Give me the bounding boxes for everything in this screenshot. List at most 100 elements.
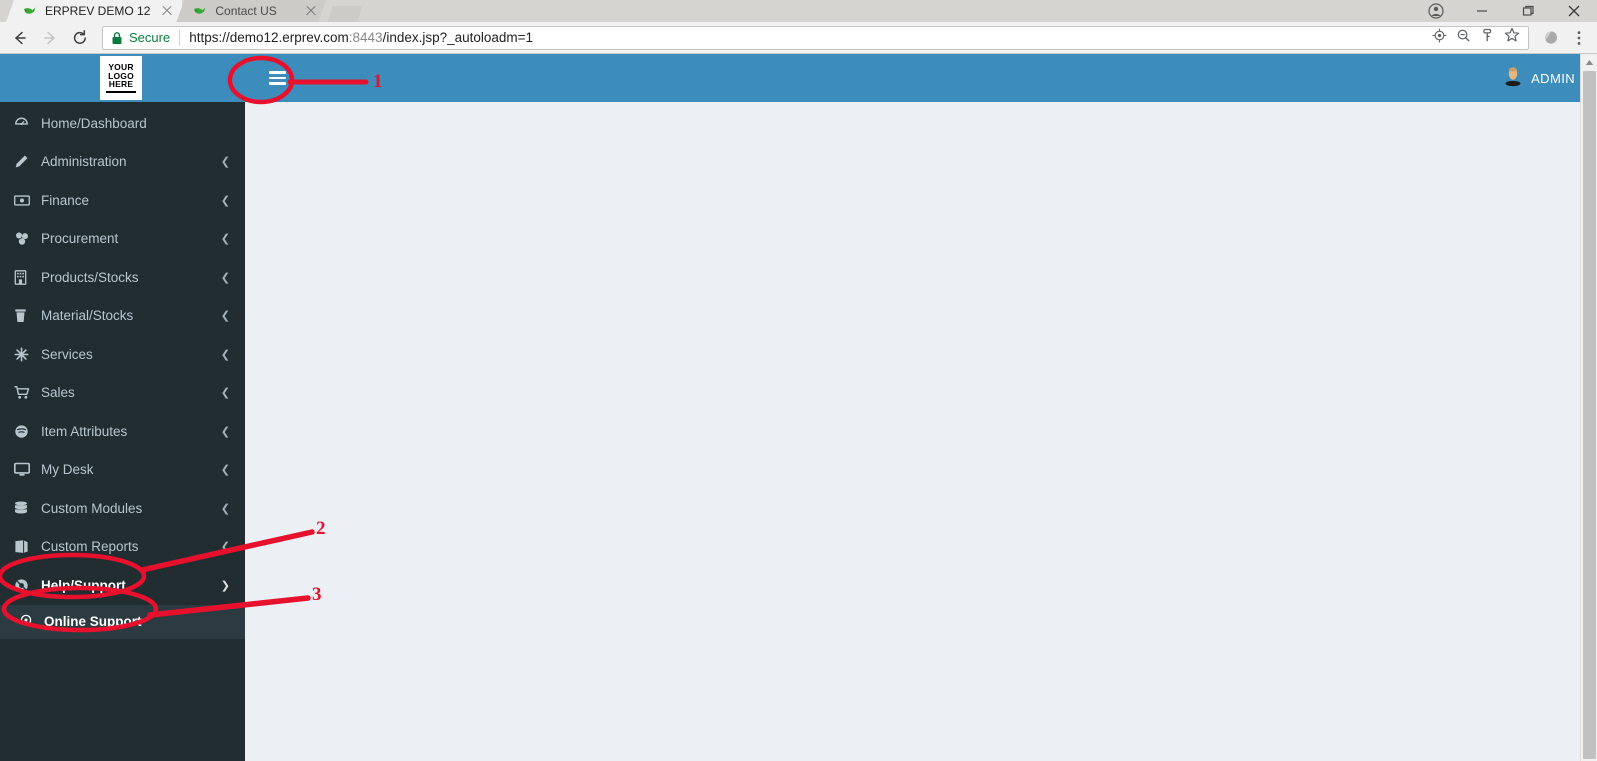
- tab-title: ERPREV DEMO 12: [45, 4, 151, 18]
- omnibox-icons: [1432, 27, 1524, 48]
- key-icon[interactable]: [1480, 28, 1495, 48]
- life-ring-icon: [14, 578, 36, 593]
- star-icon[interactable]: [1504, 27, 1520, 48]
- circle-disc-icon: [14, 424, 36, 439]
- minimize-icon[interactable]: [1459, 0, 1505, 22]
- lock-icon: [111, 31, 123, 45]
- tab-close-icon[interactable]: [160, 4, 174, 18]
- logo-underline: [106, 91, 136, 94]
- chevron-left-icon: ❮: [220, 194, 230, 207]
- sidebar-item-products-stocks[interactable]: Products/Stocks ❮: [0, 258, 245, 297]
- app-body: Home/Dashboard Administration ❮ Finance …: [0, 102, 1597, 761]
- zoom-out-icon[interactable]: [1456, 28, 1471, 48]
- chrome-menu-icon[interactable]: [1567, 26, 1591, 50]
- sidebar-item-services[interactable]: Services ❮: [0, 335, 245, 374]
- sidebar-item-label: Custom Modules: [41, 500, 143, 516]
- profile-icon[interactable]: [1413, 0, 1459, 22]
- browser-tab-inactive[interactable]: Contact US: [176, 0, 326, 22]
- url-path: /index.jsp?_autoloadm=1: [382, 30, 534, 45]
- logo-line-3: HERE: [108, 79, 134, 90]
- url-host: https://demo12.erprev.com: [189, 30, 349, 45]
- chevron-left-icon: ❮: [220, 310, 230, 323]
- browser-tab-active[interactable]: ERPREV DEMO 12: [6, 0, 183, 22]
- sidebar-item-procurement[interactable]: Procurement ❮: [0, 220, 245, 259]
- user-avatar-icon: [1503, 65, 1523, 92]
- sidebar-item-label: Help/Support: [41, 577, 126, 593]
- chevron-left-icon: ❮: [220, 156, 230, 169]
- sidebar-nav: Home/Dashboard Administration ❮ Finance …: [0, 102, 245, 761]
- chevron-left-icon: ❮: [220, 502, 230, 515]
- back-button[interactable]: [6, 24, 34, 52]
- tab-title: Contact US: [215, 4, 277, 18]
- sidebar-item-sales[interactable]: Sales ❮: [0, 374, 245, 413]
- sitemap-icon: [14, 231, 36, 246]
- sidebar-item-material-stocks[interactable]: Material/Stocks ❮: [0, 297, 245, 336]
- book-icon: [14, 539, 36, 554]
- reload-button[interactable]: [66, 24, 94, 52]
- sidebar-subitem-online-support[interactable]: Online Support: [0, 604, 245, 639]
- app-header: YOUR LOGO HERE ADMIN: [0, 54, 1597, 102]
- sidebar-item-item-attributes[interactable]: Item Attributes ❮: [0, 412, 245, 451]
- omnibox-divider: [179, 29, 181, 46]
- app-logo[interactable]: YOUR LOGO HERE: [0, 54, 245, 102]
- forward-button[interactable]: [36, 24, 64, 52]
- hamburger-icon[interactable]: [257, 54, 297, 102]
- sidebar-item-label: My Desk: [41, 462, 94, 478]
- pencil-icon: [14, 154, 36, 169]
- erprev-bird-icon: [192, 3, 208, 19]
- extension-icon[interactable]: [1539, 26, 1563, 50]
- sidebar-item-finance[interactable]: Finance ❮: [0, 181, 245, 220]
- scroll-up-arrow-icon[interactable]: [1581, 54, 1597, 71]
- chevron-left-icon: ❮: [220, 425, 230, 438]
- sidebar-item-administration[interactable]: Administration ❮: [0, 143, 245, 182]
- scrollbar-thumb[interactable]: [1583, 71, 1596, 759]
- chevron-left-icon: ❮: [220, 348, 230, 361]
- address-bar[interactable]: Secure https://demo12.erprev.com:8443/in…: [102, 25, 1529, 50]
- main-content-area: [245, 102, 1597, 761]
- maximize-icon[interactable]: [1505, 0, 1551, 22]
- sidebar-item-custom-reports[interactable]: Custom Reports ❮: [0, 528, 245, 567]
- hamburger-bar: [268, 82, 286, 85]
- location-target-icon[interactable]: [1432, 28, 1447, 48]
- sidebar-item-custom-modules[interactable]: Custom Modules ❮: [0, 489, 245, 528]
- user-name-label: ADMIN: [1531, 70, 1575, 86]
- sidebar-item-label: Finance: [41, 192, 90, 208]
- building-icon: [14, 269, 36, 285]
- close-icon[interactable]: [1551, 0, 1597, 22]
- sidebar-item-my-desk[interactable]: My Desk ❮: [0, 451, 245, 490]
- browser-toolbar: Secure https://demo12.erprev.com:8443/in…: [0, 22, 1597, 54]
- new-tab-button[interactable]: [327, 6, 363, 22]
- tab-close-icon[interactable]: [304, 4, 318, 18]
- dashboard-gauge-icon: [14, 116, 36, 131]
- browser-window: ERPREV DEMO 12 Contact US Secure https:/…: [0, 0, 1597, 761]
- logo-placeholder: YOUR LOGO HERE: [100, 56, 142, 100]
- chevron-left-icon: ❮: [220, 387, 230, 400]
- web-page: YOUR LOGO HERE ADMIN Home/Dashboard Admi…: [0, 54, 1597, 761]
- sidebar-item-label: Services: [41, 346, 93, 362]
- sidebar-item-label: Procurement: [41, 231, 119, 247]
- sidebar-item-label: Sales: [41, 385, 75, 401]
- chevron-left-icon: ❮: [220, 233, 230, 246]
- window-controls: [1413, 0, 1597, 22]
- shopping-cart-icon: [14, 385, 36, 400]
- url-text: https://demo12.erprev.com:8443/index.jsp…: [189, 30, 533, 45]
- chevron-left-icon: ❮: [220, 541, 230, 554]
- chevron-down-icon: ❯: [220, 579, 230, 592]
- chevron-left-icon: ❮: [220, 464, 230, 477]
- erprev-bird-icon: [22, 3, 38, 19]
- hamburger-bar: [268, 71, 286, 74]
- tab-strip: ERPREV DEMO 12 Contact US: [0, 0, 1597, 22]
- circle-dot-icon: [20, 614, 40, 629]
- database-icon: [14, 501, 36, 516]
- sidebar-item-label: Material/Stocks: [41, 308, 134, 324]
- money-bill-icon: [14, 193, 36, 208]
- sidebar-subitem-label: Online Support: [44, 614, 142, 629]
- hamburger-bar: [268, 76, 286, 80]
- sidebar-item-label: Products/Stocks: [41, 269, 139, 285]
- sidebar-item-help-support[interactable]: Help/Support ❯: [0, 566, 245, 605]
- page-scrollbar[interactable]: [1580, 54, 1597, 761]
- sidebar-item-label: Administration: [41, 154, 127, 170]
- sidebar-item-label: Custom Reports: [41, 539, 139, 555]
- chevron-left-icon: ❮: [220, 271, 230, 284]
- sidebar-item-home-dashboard[interactable]: Home/Dashboard: [0, 104, 245, 143]
